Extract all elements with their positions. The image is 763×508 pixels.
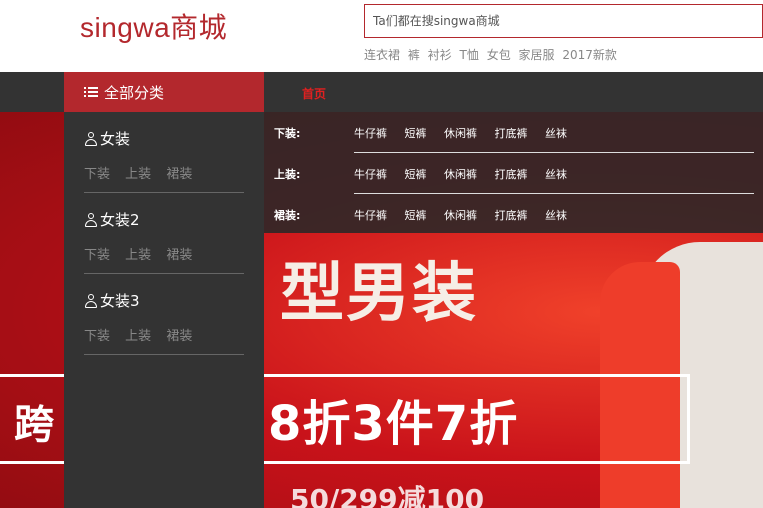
user-icon <box>84 293 98 308</box>
banner-offer: 50/299减100 <box>290 483 485 508</box>
submenu-label: 下装: <box>274 127 301 140</box>
category-title[interactable]: 女装3 <box>100 290 140 311</box>
category-sidebar: 女装 下装 上装 裙装 女装2 下装 上装 裙装 女装3 下装 上装 裙装 <box>64 112 264 508</box>
category-sub-link[interactable]: 上装 <box>125 167 151 182</box>
category-divider <box>84 192 244 193</box>
category-item[interactable]: 女装 下装 上装 裙装 <box>84 128 244 182</box>
hot-link[interactable]: 连衣裙 <box>364 48 400 62</box>
category-sub-link[interactable]: 下装 <box>84 329 110 344</box>
category-sub-link[interactable]: 上装 <box>125 248 151 263</box>
submenu-divider <box>354 193 754 194</box>
submenu-label: 上装: <box>274 168 301 181</box>
hot-link[interactable]: 衬衫 <box>428 48 452 62</box>
submenu-item[interactable]: 丝袜 <box>545 168 567 181</box>
submenu-item[interactable]: 牛仔裤 <box>354 209 387 222</box>
banner-left-text: 跨 <box>14 402 54 448</box>
category-title[interactable]: 女装 <box>100 128 130 149</box>
submenu-item[interactable]: 休闲裤 <box>444 168 477 181</box>
category-item[interactable]: 女装2 下装 上装 裙装 <box>84 209 244 263</box>
list-icon <box>84 85 98 99</box>
category-sub-link[interactable]: 下装 <box>84 167 110 182</box>
submenu-item[interactable]: 丝袜 <box>545 127 567 140</box>
category-sub-link[interactable]: 裙装 <box>166 329 192 344</box>
hot-link[interactable]: 女包 <box>487 48 511 62</box>
submenu-label: 裙装: <box>274 209 301 222</box>
site-logo[interactable]: singwa商城 <box>80 6 227 46</box>
hot-link[interactable]: 裤 <box>408 48 420 62</box>
submenu-item[interactable]: 休闲裤 <box>444 127 477 140</box>
hot-link[interactable]: 2017新款 <box>562 48 617 62</box>
category-divider <box>84 354 244 355</box>
hot-link[interactable]: 家居服 <box>519 48 555 62</box>
submenu-item[interactable]: 打底裤 <box>495 209 528 222</box>
user-icon <box>84 212 98 227</box>
submenu-item[interactable]: 打底裤 <box>495 127 528 140</box>
main-navbar: 全部分类 首页 <box>0 72 763 112</box>
nav-home-link[interactable]: 首页 <box>302 85 326 102</box>
submenu-item[interactable]: 牛仔裤 <box>354 168 387 181</box>
user-icon <box>84 131 98 146</box>
category-divider <box>84 273 244 274</box>
submenu-item[interactable]: 丝袜 <box>545 209 567 222</box>
category-sub-link[interactable]: 裙装 <box>166 248 192 263</box>
search-input[interactable] <box>365 5 762 37</box>
submenu-item[interactable]: 牛仔裤 <box>354 127 387 140</box>
banner-headline: 型男装 <box>280 257 478 331</box>
category-item[interactable]: 女装3 下装 上装 裙装 <box>84 290 244 344</box>
submenu-item[interactable]: 短裤 <box>405 209 427 222</box>
all-categories-label: 全部分类 <box>104 83 165 102</box>
category-title[interactable]: 女装2 <box>100 209 140 230</box>
submenu-item[interactable]: 短裤 <box>405 168 427 181</box>
submenu-item[interactable]: 休闲裤 <box>444 209 477 222</box>
submenu-item[interactable]: 短裤 <box>405 127 427 140</box>
search-box[interactable] <box>364 4 763 38</box>
submenu-divider <box>354 152 754 153</box>
category-sub-link[interactable]: 裙装 <box>166 167 192 182</box>
category-submenu: 下装: 牛仔裤 短裤 休闲裤 打底裤 丝袜 上装: 牛仔裤 短裤 休闲裤 打底裤… <box>264 112 763 233</box>
all-categories-button[interactable]: 全部分类 <box>64 72 264 112</box>
hot-link[interactable]: T恤 <box>460 48 479 62</box>
category-sub-link[interactable]: 上装 <box>125 329 151 344</box>
category-sub-link[interactable]: 下装 <box>84 248 110 263</box>
hot-search-links: 连衣裙 裤 衬衫 T恤 女包 家居服 2017新款 <box>364 46 621 63</box>
banner-discount: 8折3件7折 <box>268 396 519 452</box>
submenu-item[interactable]: 打底裤 <box>495 168 528 181</box>
